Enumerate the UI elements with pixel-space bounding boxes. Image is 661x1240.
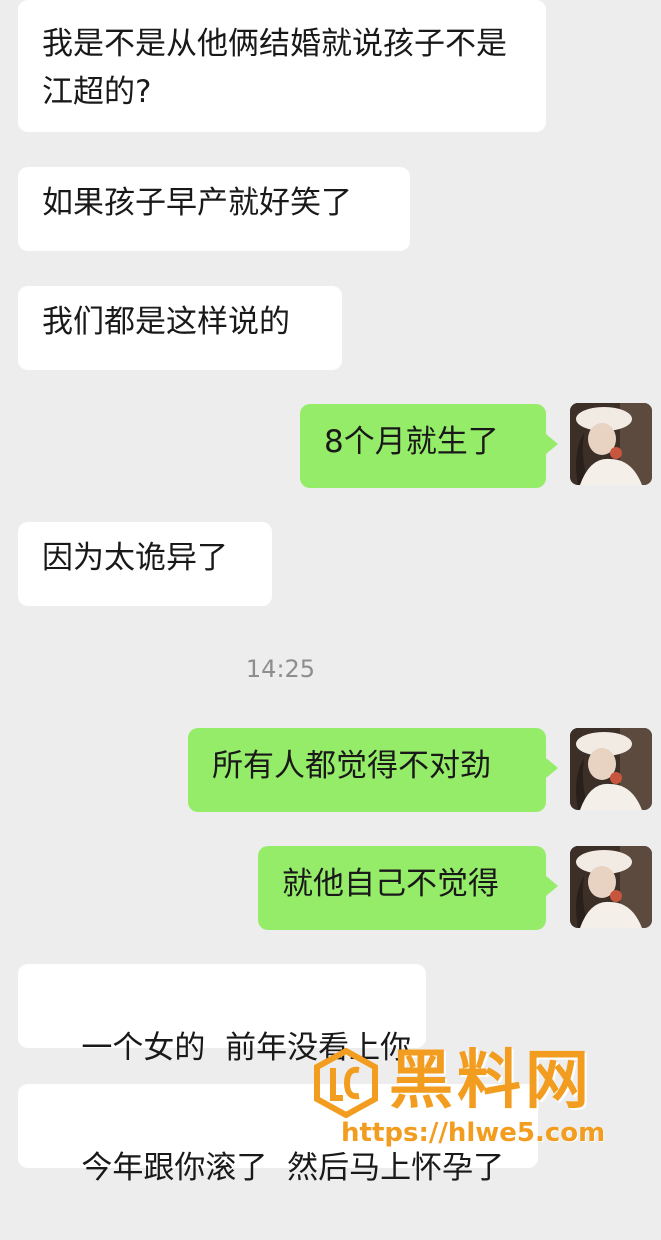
message-bubble-incoming[interactable]: 因为太诡异了 — [18, 522, 272, 606]
watermark-title: 黑料网 — [389, 1044, 593, 1118]
avatar-photo-icon — [570, 403, 652, 485]
avatar-photo-icon — [570, 846, 652, 928]
user-avatar[interactable] — [570, 403, 652, 485]
message-bubble-incoming[interactable]: 我是不是从他俩结婚就说孩子不是江超的? — [18, 0, 546, 132]
message-bubble-outgoing[interactable]: 就他自己不觉得 — [258, 846, 558, 930]
message-bubble-outgoing[interactable]: 所有人都觉得不对劲 — [188, 728, 558, 812]
timestamp: 14:25 — [245, 655, 316, 683]
message-text: 如果孩子早产就好笑了 — [42, 185, 352, 221]
avatar-photo-icon — [570, 728, 652, 810]
watermark-url: https://hlwe5.com — [341, 1118, 606, 1148]
message-text: 我们都是这样说的 — [42, 304, 290, 340]
message-bubble-incoming[interactable]: 一个女的 前年没看上你 — [18, 964, 426, 1066]
user-avatar[interactable] — [570, 846, 652, 928]
watermark-logo-icon — [314, 1048, 378, 1118]
message-text: 就他自己不觉得 — [282, 866, 499, 902]
message-text: 因为太诡异了 — [42, 540, 228, 576]
message-bubble-outgoing[interactable]: 8个月就生了 — [300, 404, 558, 488]
message-text: 我是不是从他俩结婚就说孩子不是江超的? — [42, 26, 507, 110]
message-text: 所有人都觉得不对劲 — [212, 748, 491, 784]
message-text: 8个月就生了 — [324, 424, 499, 460]
user-avatar[interactable] — [570, 728, 652, 810]
message-bubble-incoming[interactable]: 如果孩子早产就好笑了 — [18, 167, 410, 251]
message-bubble-incoming[interactable]: 我们都是这样说的 — [18, 286, 342, 370]
site-watermark: 黑料网 https://hlwe5.com — [311, 1038, 641, 1158]
